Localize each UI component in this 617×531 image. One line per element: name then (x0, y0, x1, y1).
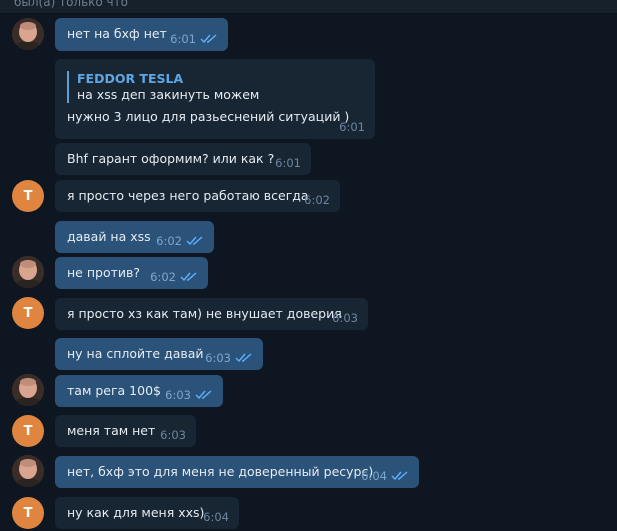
message-bubble[interactable]: нет на бхф нет 6:01 (55, 18, 228, 51)
message-text: нет, бхф это для меня не доверенный ресу… (67, 464, 374, 479)
message-text: давай на xss (67, 229, 151, 244)
message-text: ну как для меня xxs) (67, 505, 205, 520)
message-bubble[interactable]: давай на xss 6:02 (55, 221, 214, 253)
read-check-icon (235, 353, 253, 363)
message-time: 6:03 (165, 388, 191, 402)
read-check-icon (195, 390, 213, 400)
message-bubble[interactable]: Bhf гарант оформим? или как ? 6:01 (55, 143, 311, 175)
message-time: 6:03 (332, 311, 358, 325)
read-check-icon (186, 236, 204, 246)
message-bubble[interactable]: я просто хз как там) не внушает доверия … (55, 298, 368, 330)
message-time: 6:03 (160, 428, 186, 442)
message-text: Bhf гарант оформим? или как ? (67, 151, 275, 166)
message-text: нужно 3 лицо для разьеснений ситуаций ) (67, 109, 350, 124)
message-time: 6:04 (361, 469, 387, 483)
read-check-icon (391, 471, 409, 481)
message-text: там рега 100$ (67, 383, 161, 398)
avatar[interactable]: Т (12, 497, 44, 529)
message-bubble[interactable]: ну как для меня xxs) 6:04 (55, 497, 239, 529)
message-time: 6:02 (150, 270, 176, 284)
message-bubble[interactable]: ну на сплойте давай 6:03 (55, 338, 263, 370)
message-bubble[interactable]: там рега 100$ 6:03 (55, 375, 223, 407)
message-time: 6:02 (304, 193, 330, 207)
avatar[interactable]: Т (12, 415, 44, 447)
chat-header: был(а) только что (0, 0, 617, 14)
message-bubble[interactable]: меня там нет 6:03 (55, 415, 196, 447)
message-time: 6:01 (275, 156, 301, 170)
reply-quote[interactable]: FEDDOR TESLA на xss деп закинуть можем (67, 71, 363, 103)
message-bubble[interactable]: FEDDOR TESLA на xss деп закинуть можем н… (55, 59, 375, 139)
message-text: я просто хз как там) не внушает доверия (67, 306, 342, 321)
message-bubble[interactable]: я просто через него работаю всегда 6:02 (55, 180, 340, 212)
avatar[interactable]: Т (12, 180, 44, 212)
avatar[interactable] (12, 374, 44, 406)
message-text: меня там нет (67, 423, 156, 438)
avatar[interactable] (12, 455, 44, 487)
message-time: 6:01 (170, 32, 196, 46)
message-bubble[interactable]: не против? 6:02 (55, 257, 208, 289)
message-text: я просто через него работаю всегда (67, 188, 309, 203)
quote-author: FEDDOR TESLA (77, 71, 184, 86)
avatar[interactable]: Т (12, 297, 44, 329)
message-text: ну на сплойте давай (67, 346, 204, 361)
read-check-icon (180, 272, 198, 282)
message-bubble[interactable]: нет, бхф это для меня не доверенный ресу… (55, 456, 419, 488)
message-time: 6:02 (156, 234, 182, 248)
avatar[interactable] (12, 256, 44, 288)
read-check-icon (200, 34, 218, 44)
quote-text: на xss деп закинуть можем (77, 87, 260, 102)
message-text: нет на бхф нет (67, 26, 167, 41)
message-text: не против? (67, 265, 140, 280)
message-time: 6:01 (339, 120, 365, 134)
message-time: 6:03 (205, 351, 231, 365)
avatar[interactable] (12, 18, 44, 50)
message-time: 6:04 (203, 510, 229, 524)
contact-status: был(а) только что (14, 0, 128, 9)
